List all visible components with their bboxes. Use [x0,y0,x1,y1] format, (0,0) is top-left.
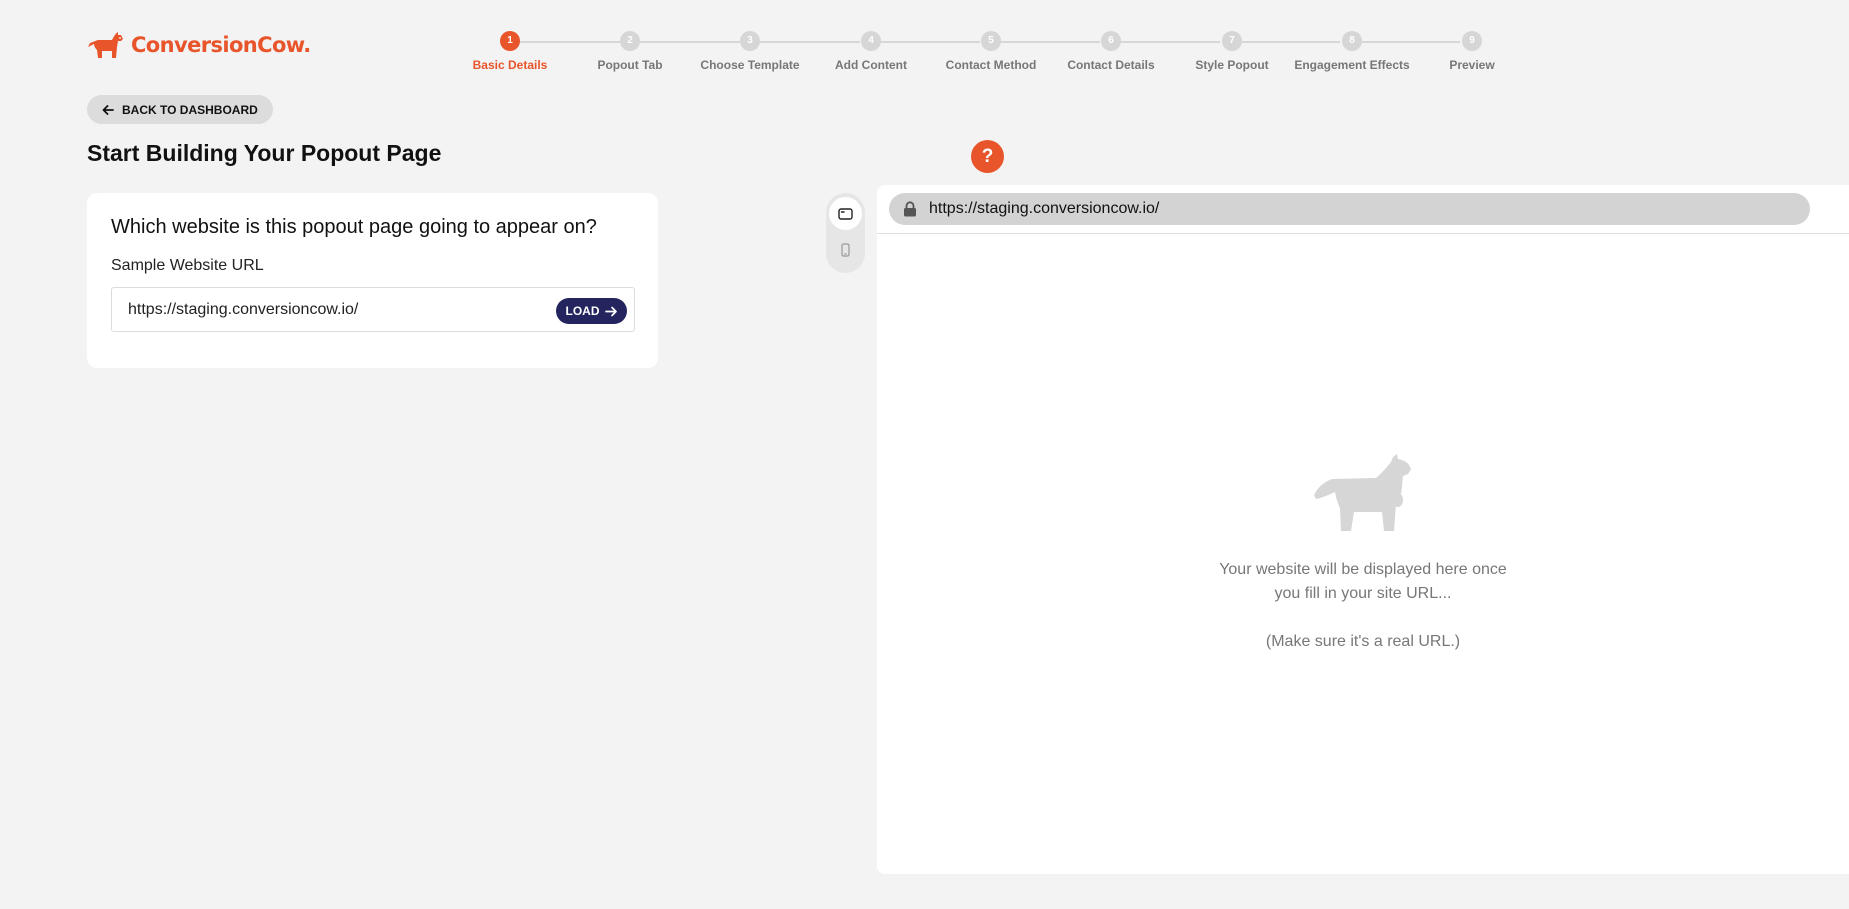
address-bar-divider [877,233,1849,234]
arrow-left-icon [102,104,114,115]
url-field-wrapper: LOAD [111,287,635,332]
load-button[interactable]: LOAD [556,298,627,324]
cow-placeholder-icon [1314,454,1411,531]
step-contact-details[interactable]: 6 Contact Details [1041,31,1181,72]
step-add-content[interactable]: 4 Add Content [801,31,941,72]
back-to-dashboard-button[interactable]: BACK TO DASHBOARD [87,95,273,124]
desktop-icon [838,207,853,220]
website-url-input[interactable] [128,288,538,331]
device-toggle [826,193,865,273]
preview-address-bar: https://staging.conversioncow.io/ [889,193,1810,225]
mobile-view-button[interactable] [829,233,862,266]
preview-placeholder: Your website will be displayed here once… [1183,452,1543,654]
card-question: Which website is this popout page going … [111,216,597,238]
url-field-label: Sample Website URL [111,257,264,274]
step-number: 2 [620,31,640,51]
help-button[interactable]: ? [971,140,1004,173]
step-label: Preview [1449,58,1495,72]
step-number: 7 [1222,31,1242,51]
step-choose-template[interactable]: 3 Choose Template [680,31,820,72]
step-contact-method[interactable]: 5 Contact Method [921,31,1061,72]
step-number: 5 [981,31,1001,51]
progress-stepper: 1 Basic Details 2 Popout Tab 3 Choose Te… [0,31,1849,81]
step-label: Contact Details [1067,58,1155,72]
step-engagement-effects[interactable]: 8 Engagement Effects [1282,31,1422,72]
lock-icon [904,201,916,217]
step-popout-tab[interactable]: 2 Popout Tab [560,31,700,72]
back-button-label: BACK TO DASHBOARD [122,102,258,117]
step-number: 8 [1342,31,1362,51]
mobile-icon [841,242,850,257]
website-preview-panel: https://staging.conversioncow.io/ Your w… [877,185,1849,874]
page-title: Start Building Your Popout Page [87,140,442,166]
desktop-view-button[interactable] [829,197,862,230]
step-label: Basic Details [472,58,548,72]
load-button-label: LOAD [565,304,600,318]
website-url-card: Which website is this popout page going … [87,193,658,368]
step-label: Popout Tab [597,58,663,72]
placeholder-line-1: Your website will be displayed here once [1219,561,1507,578]
step-number: 9 [1462,31,1482,51]
step-number: 6 [1101,31,1121,51]
step-number: 1 [500,31,520,51]
step-number: 3 [740,31,760,51]
arrow-right-icon [604,306,617,316]
step-label: Style Popout [1195,58,1269,72]
step-basic-details[interactable]: 1 Basic Details [440,31,580,72]
step-preview[interactable]: 9 Preview [1402,31,1542,72]
step-label: Engagement Effects [1294,58,1410,72]
step-label: Add Content [835,58,907,72]
placeholder-line-2: you fill in your site URL... [1274,585,1452,602]
step-number: 4 [861,31,881,51]
step-style-popout[interactable]: 7 Style Popout [1162,31,1302,72]
question-mark-icon: ? [981,146,994,167]
step-label: Contact Method [945,58,1037,72]
preview-address-text: https://staging.conversioncow.io/ [929,200,1160,217]
placeholder-note: (Make sure it's a real URL.) [1265,633,1461,650]
step-label: Choose Template [700,58,800,72]
